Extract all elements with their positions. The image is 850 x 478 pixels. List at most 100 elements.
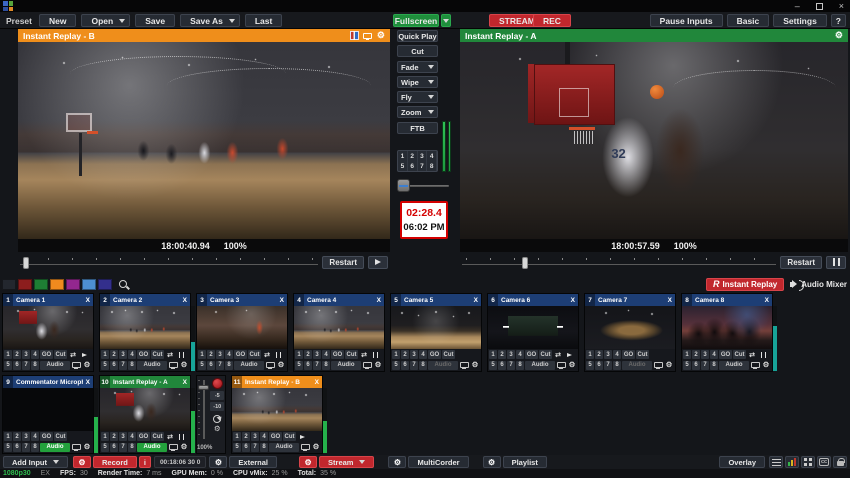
input-header[interactable]: 11Instant Replay - BX	[232, 376, 322, 388]
go-button[interactable]: GO	[269, 432, 282, 441]
preview-right-video[interactable]: 32	[460, 42, 848, 239]
loop-icon[interactable]: ⇄	[165, 432, 175, 441]
overlay-number-button[interactable]: 7	[119, 361, 127, 370]
overlay-number-button[interactable]: 7	[701, 361, 709, 370]
input-thumbnail[interactable]	[232, 388, 322, 431]
close-icon[interactable]: X	[374, 297, 384, 304]
overlay-number-button[interactable]: 2	[498, 350, 506, 359]
go-button[interactable]: GO	[40, 432, 53, 441]
overlay-number-button[interactable]: 8	[710, 361, 718, 370]
overlay-number-button[interactable]: 4	[710, 350, 718, 359]
lock-button[interactable]	[833, 456, 847, 468]
overlay-number-button[interactable]: 2	[692, 350, 700, 359]
overlay-number-button[interactable]: 6	[304, 361, 312, 370]
color-swatch[interactable]	[50, 279, 64, 290]
gear-icon[interactable]: ⚙	[373, 361, 383, 370]
gear-icon[interactable]: ⚙	[82, 443, 92, 452]
go-button[interactable]: GO	[719, 350, 732, 359]
cut-button[interactable]: Cut	[345, 350, 358, 359]
play-button[interactable]	[297, 432, 307, 441]
overlay-number-button[interactable]: 1	[489, 350, 497, 359]
record-settings-button[interactable]: ⚙	[73, 456, 91, 468]
minus-10db-button[interactable]: -10	[210, 402, 224, 411]
gear-icon[interactable]: ⚙	[664, 361, 674, 370]
chevron-down-icon[interactable]	[359, 460, 365, 464]
go-button[interactable]: GO	[234, 350, 247, 359]
fader-handle[interactable]	[198, 385, 209, 390]
overlay-number-button[interactable]: 1	[295, 350, 303, 359]
overlay-number-button[interactable]: 1	[4, 432, 12, 441]
instant-replay-button[interactable]: R Instant Replay	[706, 278, 784, 291]
multicorder-button[interactable]: MultiCorder	[408, 456, 468, 468]
input-header[interactable]: 3Camera 3X	[197, 294, 287, 306]
loop-icon[interactable]: ⇄	[359, 350, 369, 359]
overlay-number-button[interactable]: 5	[233, 443, 241, 452]
external-button[interactable]: External	[229, 456, 277, 468]
overlay-number-button[interactable]: 4	[128, 432, 136, 441]
add-input-button[interactable]: Add Input	[3, 456, 68, 468]
input-header[interactable]: 7Camera 7X	[585, 294, 675, 306]
playlist-button[interactable]: Playlist	[503, 456, 547, 468]
input-header[interactable]: 2Camera 2X	[100, 294, 190, 306]
chevron-down-icon[interactable]	[428, 95, 434, 99]
input-tile-9[interactable]: 9Commentator MicrophoneX1234GOCut5678Aud…	[2, 375, 94, 454]
loop-icon[interactable]: ⇄	[262, 350, 272, 359]
overlay-number-button[interactable]: 3	[604, 350, 612, 359]
play-button[interactable]	[368, 256, 388, 269]
gear-icon[interactable]: ⚙	[761, 361, 771, 370]
cut-button[interactable]: Cut	[442, 350, 455, 359]
input-tile-5[interactable]: 5Camera 5X1234GOCut5678Audio⚙	[390, 293, 482, 372]
go-button[interactable]: GO	[428, 350, 441, 359]
fullscreen-monitor-button[interactable]	[459, 361, 469, 370]
input-header[interactable]: 1Camera 1X	[3, 294, 93, 306]
overlay-number-button[interactable]: 5	[392, 361, 400, 370]
overlay-number-button[interactable]: 5	[4, 443, 12, 452]
multicorder-settings-button[interactable]: ⚙	[388, 456, 406, 468]
overlay-number-button[interactable]: 2	[207, 350, 215, 359]
audio-button[interactable]: Audio	[428, 361, 458, 370]
overlay-number-button[interactable]: 3	[507, 350, 515, 359]
overlay-number-button[interactable]: 6	[401, 361, 409, 370]
record-button[interactable]: Record	[93, 456, 137, 468]
overlay-number-button[interactable]: 5	[198, 361, 206, 370]
wipe-button[interactable]: Wipe	[397, 76, 438, 88]
overlay-number-button[interactable]: 8	[516, 361, 524, 370]
overlay-number-button[interactable]: 8	[322, 361, 330, 370]
overlay-number-button[interactable]: 6	[692, 361, 700, 370]
loop-icon[interactable]: ⇄	[68, 350, 78, 359]
external-settings-button[interactable]: ⚙	[209, 456, 227, 468]
play-button[interactable]	[564, 350, 574, 359]
overlay-number-button[interactable]: 6	[207, 361, 215, 370]
cue-icon[interactable]	[213, 415, 221, 423]
chevron-down-icon[interactable]	[53, 460, 59, 464]
quick-play-button[interactable]: Quick Play	[397, 30, 438, 42]
audio-button[interactable]: Audio	[269, 443, 299, 452]
overlay-number-button[interactable]: 7	[216, 361, 224, 370]
open-button[interactable]: Open	[81, 14, 130, 27]
audio-button[interactable]: Audio	[525, 361, 555, 370]
input-thumbnail[interactable]	[294, 306, 384, 349]
playlist-settings-button[interactable]: ⚙	[483, 456, 501, 468]
audio-mixer-toggle[interactable]: Audio Mixer	[790, 280, 847, 289]
basic-button[interactable]: Basic	[727, 14, 770, 27]
preview-left-video[interactable]	[18, 42, 390, 239]
color-swatch[interactable]	[18, 279, 32, 290]
pause-button[interactable]	[758, 350, 768, 359]
close-icon[interactable]: X	[180, 379, 190, 386]
gear-icon[interactable]: ⚙	[214, 425, 221, 433]
overlay-number-button[interactable]: 7	[313, 361, 321, 370]
overlay-number-button[interactable]: 1	[683, 350, 691, 359]
fullscreen-monitor-button[interactable]	[300, 443, 310, 452]
pause-inputs-button[interactable]: Pause Inputs	[650, 14, 723, 27]
scrubber-handle[interactable]	[522, 257, 528, 269]
color-swatch[interactable]	[82, 279, 96, 290]
closed-captions-button[interactable]: cc	[817, 456, 831, 468]
settings-button[interactable]: Settings	[773, 14, 827, 27]
overlay-number-button[interactable]: 8	[31, 443, 39, 452]
cut-button[interactable]: Cut	[397, 45, 438, 57]
input-thumbnail[interactable]	[488, 306, 578, 349]
close-icon[interactable]: X	[83, 379, 93, 386]
preview-right-scrubber[interactable]	[462, 256, 776, 268]
monitor-icon[interactable]	[363, 33, 372, 39]
scrubber-handle[interactable]	[23, 257, 29, 269]
